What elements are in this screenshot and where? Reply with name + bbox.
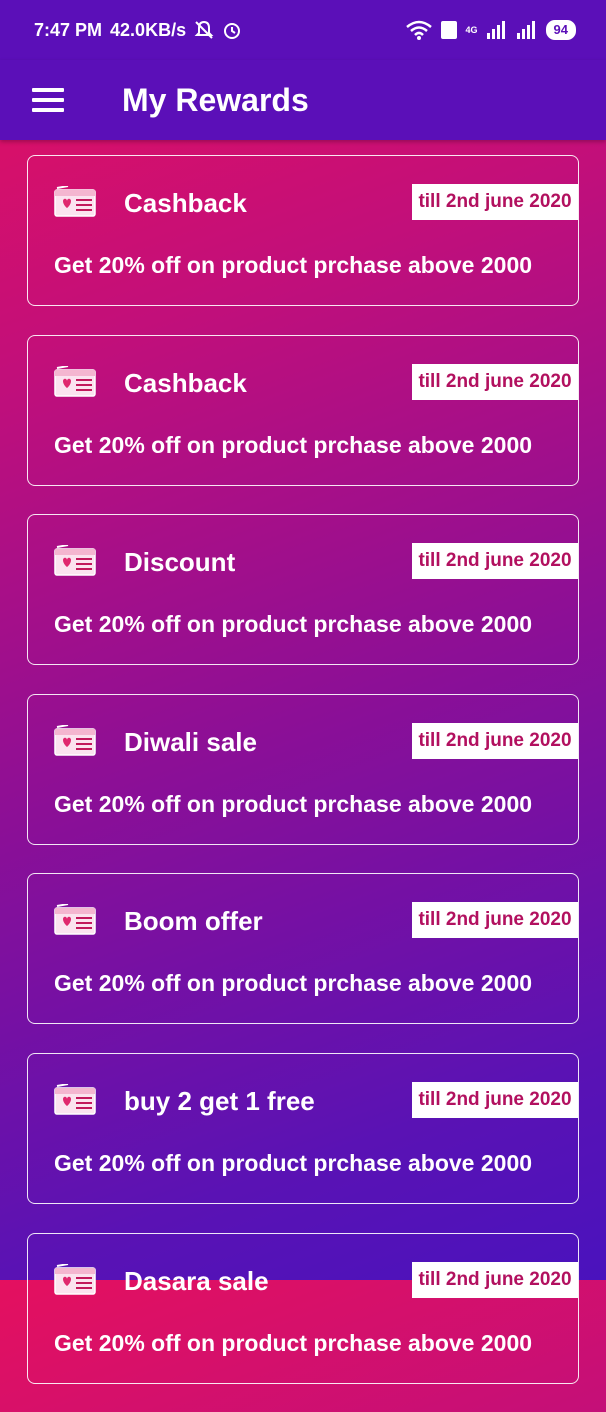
bell-off-icon bbox=[194, 20, 214, 39]
reward-card[interactable]: Cashback till 2nd june 2020 Get 20% off … bbox=[27, 155, 579, 306]
reward-description: Get 20% off on product prchase above 200… bbox=[54, 970, 533, 997]
reward-description: Get 20% off on product prchase above 200… bbox=[54, 1329, 533, 1356]
reward-expiry-badge: till 2nd june 2020 bbox=[412, 363, 578, 400]
reward-expiry-badge: till 2nd june 2020 bbox=[412, 1081, 578, 1118]
coupon-icon bbox=[54, 724, 96, 756]
signal-icon bbox=[486, 21, 505, 39]
reward-card[interactable]: Discount till 2nd june 2020 Get 20% off … bbox=[27, 514, 579, 666]
reward-expiry-badge: till 2nd june 2020 bbox=[412, 902, 578, 939]
reward-card[interactable]: Dasara sale till 2nd june 2020 Get 20% o… bbox=[27, 1232, 579, 1384]
reward-card[interactable]: Cashback till 2nd june 2020 Get 20% off … bbox=[27, 334, 579, 486]
reward-card[interactable]: Boom offer till 2nd june 2020 Get 20% of… bbox=[27, 873, 579, 1025]
coupon-icon bbox=[54, 904, 96, 936]
reward-title: buy 2 get 1 free bbox=[124, 1085, 315, 1116]
coupon-icon bbox=[54, 545, 96, 576]
reward-expiry-badge: till 2nd june 2020 bbox=[412, 184, 578, 220]
reward-description: Get 20% off on product prchase above 200… bbox=[54, 611, 533, 638]
alarm-clock-icon bbox=[224, 23, 241, 39]
network-speed: 42.0KB/s bbox=[110, 19, 187, 40]
reward-title: Diwali sale bbox=[124, 726, 257, 757]
network-type-label: 4G bbox=[465, 25, 478, 35]
hamburger-menu-icon[interactable] bbox=[32, 88, 64, 112]
rewards-list: Cashback till 2nd june 2020 Get 20% off … bbox=[27, 155, 579, 1412]
reward-title: Boom offer bbox=[124, 906, 263, 937]
reward-title: Discount bbox=[124, 547, 236, 578]
reward-expiry-badge: till 2nd june 2020 bbox=[412, 722, 578, 759]
reward-expiry-badge: till 2nd june 2020 bbox=[412, 543, 578, 580]
signal-icon-2 bbox=[516, 21, 535, 39]
reward-title: Cashback bbox=[124, 367, 247, 398]
app-bar: My Rewards bbox=[0, 60, 606, 140]
coupon-icon bbox=[54, 365, 96, 397]
reward-description: Get 20% off on product prchase above 200… bbox=[54, 790, 533, 817]
coupon-icon bbox=[54, 186, 96, 217]
volte-icon bbox=[440, 21, 457, 39]
clock-time: 7:47 PM bbox=[34, 19, 103, 40]
reward-title: Dasara sale bbox=[124, 1265, 269, 1296]
reward-description: Get 20% off on product prchase above 200… bbox=[54, 252, 533, 278]
wifi-icon bbox=[405, 20, 432, 40]
page-title: My Rewards bbox=[122, 81, 309, 118]
reward-description: Get 20% off on product prchase above 200… bbox=[54, 1149, 533, 1176]
coupon-icon bbox=[54, 1083, 96, 1115]
reward-card[interactable]: buy 2 get 1 free till 2nd june 2020 Get … bbox=[27, 1052, 579, 1204]
reward-description: Get 20% off on product prchase above 200… bbox=[54, 431, 533, 458]
status-bar: 7:47 PM 42.0KB/s 4G 94 bbox=[0, 0, 606, 60]
reward-card[interactable]: Diwali sale till 2nd june 2020 Get 20% o… bbox=[27, 693, 579, 845]
battery-indicator: 94 bbox=[545, 20, 576, 40]
reward-title: Cashback bbox=[124, 188, 247, 218]
